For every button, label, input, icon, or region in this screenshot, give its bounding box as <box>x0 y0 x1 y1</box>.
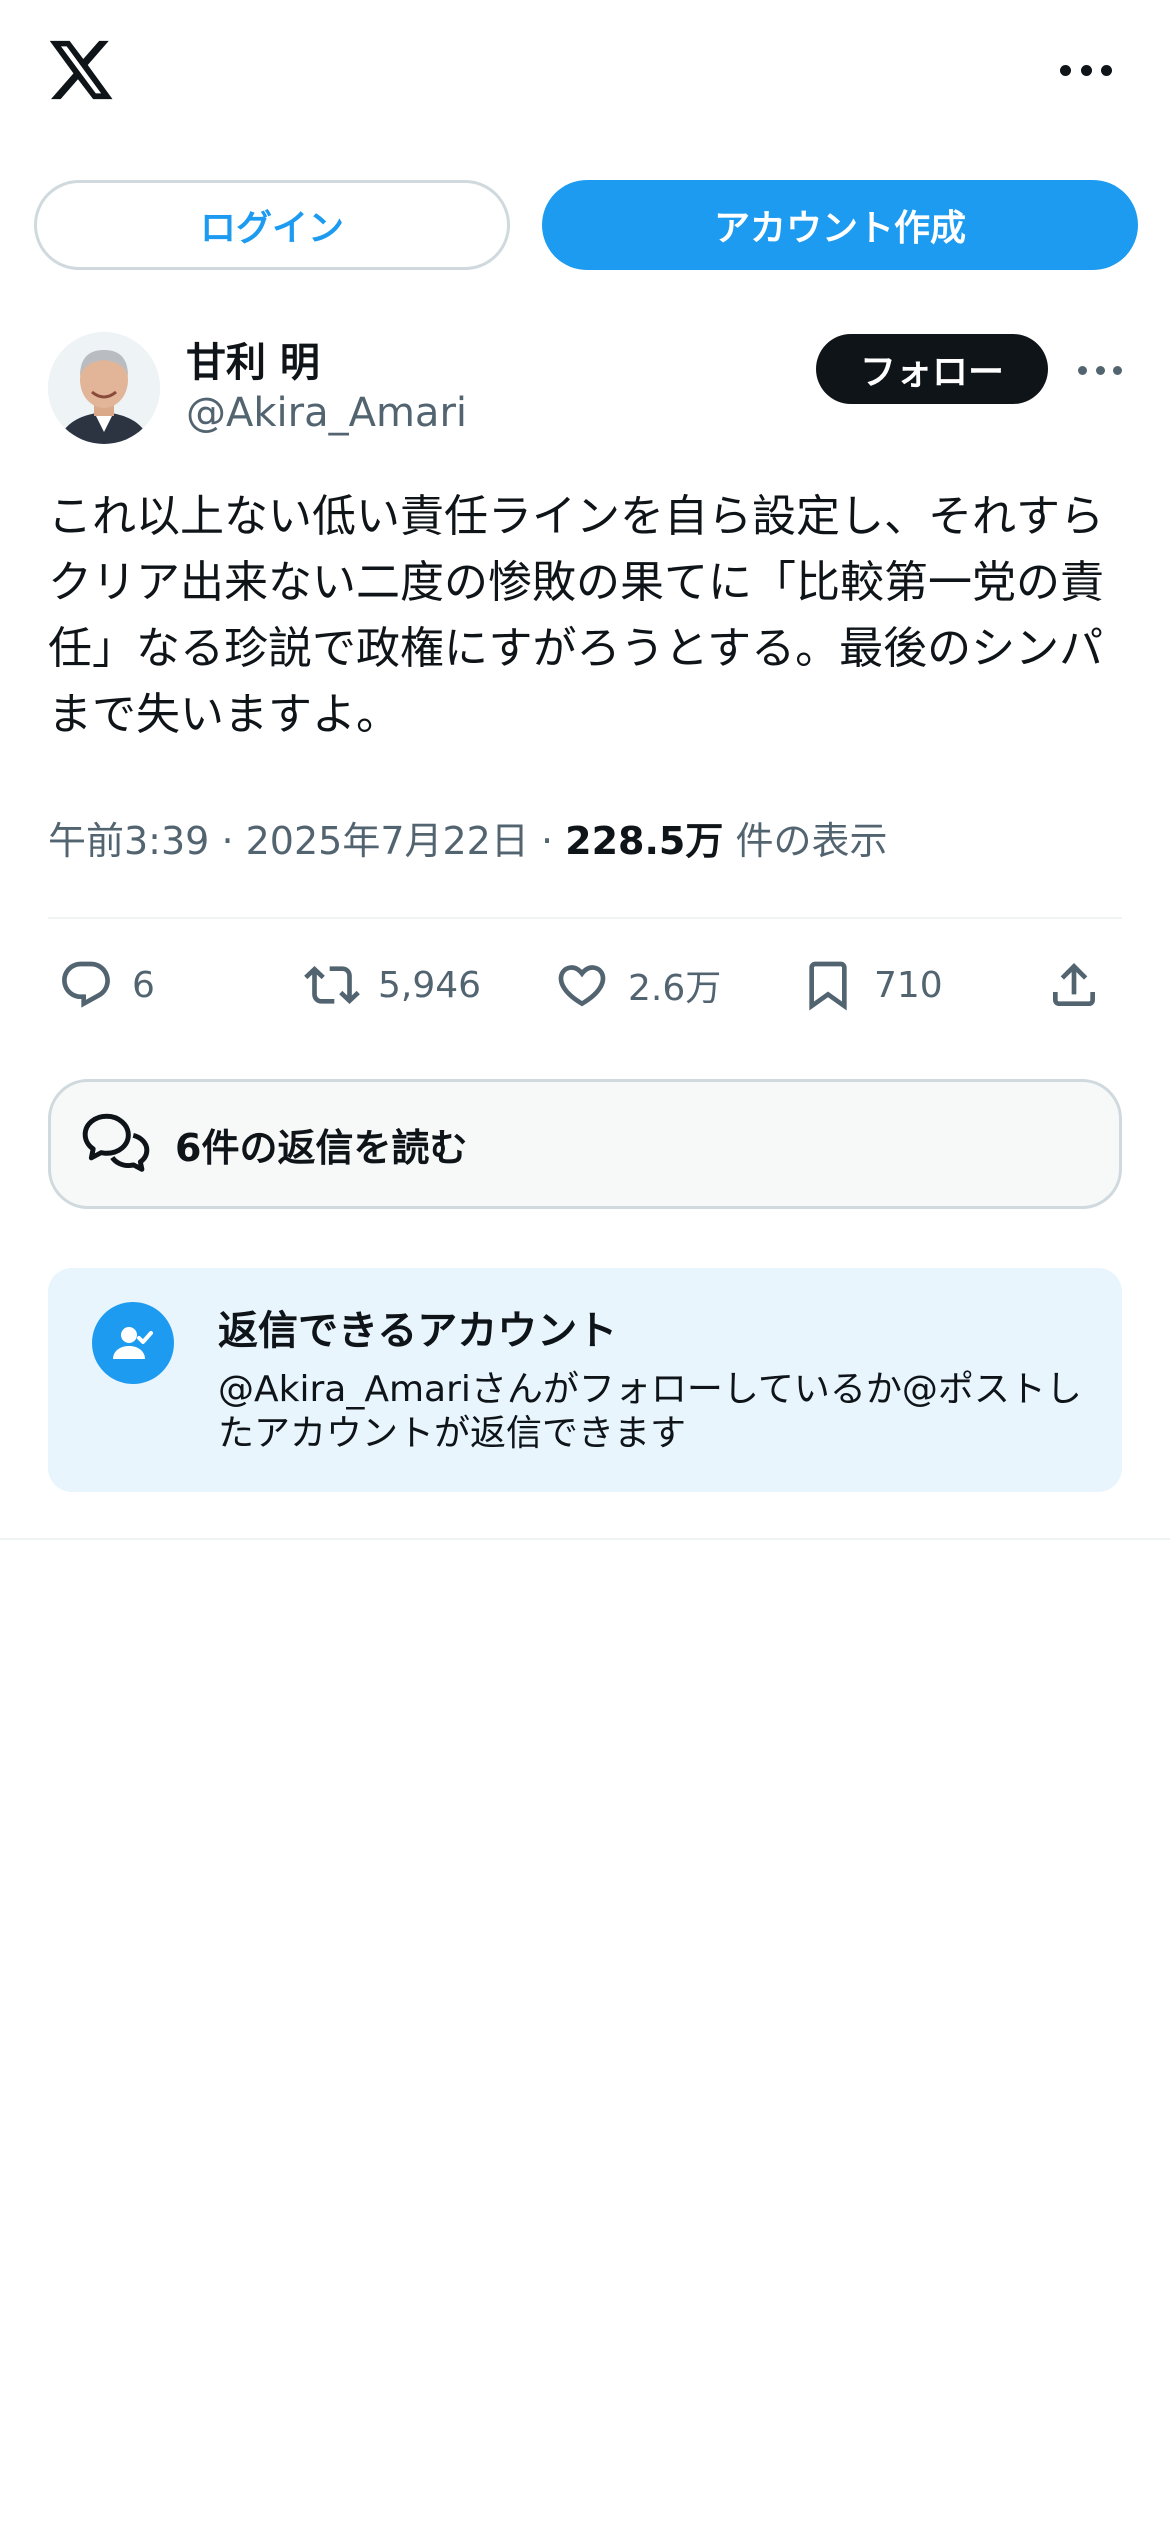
x-logo-icon[interactable] <box>46 38 116 102</box>
author-handle[interactable]: @Akira_Amari <box>186 390 467 436</box>
repost-count: 5,946 <box>378 964 482 1006</box>
bookmark-icon <box>809 961 847 1011</box>
views-label: 件の表示 <box>735 819 888 863</box>
post-author: 甘利 明 @Akira_Amari フォロー <box>48 328 1122 452</box>
who-can-reply-box: 返信できるアカウント @Akira_Amariさんがフォローしているか@ポストし… <box>48 1268 1122 1492</box>
who-can-reply-description: @Akira_Amariさんがフォローしているか@ポストしたアカウントが返信でき… <box>218 1369 1082 1454</box>
bookmark-button[interactable]: 710 <box>800 950 943 1020</box>
divider <box>0 1538 1170 1540</box>
read-replies-button[interactable]: 6件の返信を読む <box>48 1079 1122 1209</box>
bookmark-count: 710 <box>874 964 943 1006</box>
top-bar <box>0 0 1170 150</box>
repost-button[interactable]: 5,946 <box>304 950 481 1020</box>
auth-buttons: ログイン アカウント作成 <box>34 180 1138 270</box>
divider <box>48 917 1122 919</box>
post-time[interactable]: 午前3:39 <box>48 819 209 863</box>
follow-button[interactable]: フォロー <box>816 334 1048 404</box>
meta-separator: · <box>540 819 554 863</box>
share-icon <box>1053 963 1095 1006</box>
person-check-icon <box>92 1302 174 1384</box>
post-more-icon[interactable] <box>1078 364 1122 376</box>
post-actions: 6 5,946 2.6万 710 <box>48 950 1122 1020</box>
read-replies-label: 6件の返信を読む <box>175 1125 468 1170</box>
heart-icon <box>558 965 606 1007</box>
share-button[interactable] <box>1046 950 1102 1020</box>
post-meta: 午前3:39 · 2025年7月22日 · 228.5万 件の表示 <box>48 810 887 865</box>
more-horizontal-icon[interactable] <box>1060 58 1112 82</box>
meta-separator: · <box>221 819 234 863</box>
views-count: 228.5万 <box>565 819 724 863</box>
author-name[interactable]: 甘利 明 <box>186 330 320 388</box>
like-button[interactable]: 2.6万 <box>554 950 721 1020</box>
avatar[interactable] <box>48 332 160 444</box>
post-text: これ以上ない低い責任ラインを自ら設定し、それすらクリア出来ない二度の惨敗の果てに… <box>48 491 1104 740</box>
chat-bubbles-icon <box>82 1113 150 1172</box>
reply-count: 6 <box>132 964 155 1006</box>
reply-icon <box>62 961 110 1008</box>
post-date[interactable]: 2025年7月22日 <box>246 819 529 863</box>
reply-button[interactable]: 6 <box>58 950 155 1020</box>
repost-icon <box>304 966 360 1004</box>
create-account-button[interactable]: アカウント作成 <box>542 180 1138 270</box>
like-count: 2.6万 <box>628 968 722 1009</box>
login-button[interactable]: ログイン <box>34 180 510 270</box>
who-can-reply-title: 返信できるアカウント <box>218 1308 618 1354</box>
